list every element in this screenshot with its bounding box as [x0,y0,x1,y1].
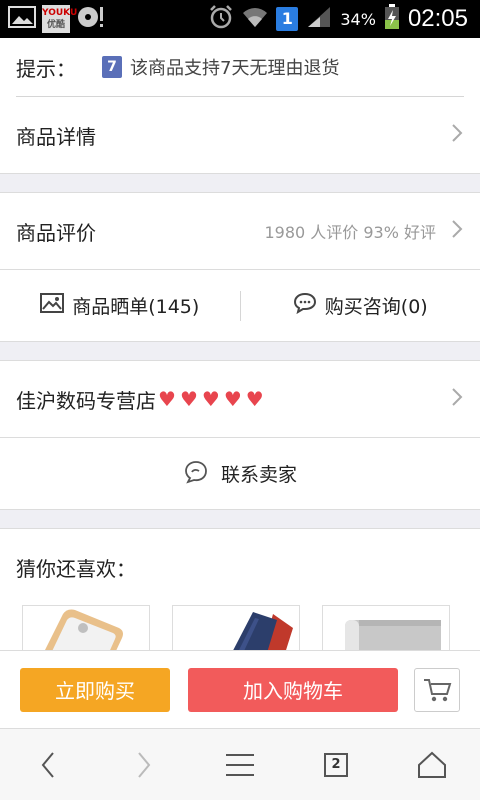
photo-reviews-button[interactable]: 商品晒单(145) [0,292,240,319]
heart-icon: ♥ [201,387,220,411]
return-policy-tip: 提示： 7 该商品支持7天无理由退货 [0,38,480,96]
product-reviews-title: 商品评价 [16,220,96,245]
chat-bubble-icon [293,292,317,319]
review-tabs: 商品晒单(145) 购买咨询(0) [0,269,480,341]
youku-app-icon: YOUKU 优酷 [42,5,78,33]
chevron-right-icon [450,122,464,149]
wifi-icon [242,5,268,33]
purchase-action-bar: 立即购买 加入购物车 [0,650,480,728]
product-detail-content[interactable]: 提示： 7 该商品支持7天无理由退货 商品详情 商品评价 1980 人评价 93… [0,38,480,650]
notification-badge: 1 [276,7,299,31]
store-rating-hearts: ♥ ♥ ♥ ♥ ♥ [158,389,264,409]
youku-logo-bottom: 优酷 [46,20,65,30]
alarm-icon [208,4,234,34]
purchase-consult-button[interactable]: 购买咨询(0) [241,292,480,319]
heart-icon: ♥ [223,387,242,411]
chevron-right-icon [450,218,464,245]
forward-button[interactable] [124,745,164,785]
tab-count: 2 [324,752,348,777]
purchase-consult-label: 购买咨询(0) [324,296,428,318]
tip-text: 该商品支持7天无理由退货 [130,58,340,79]
gallery-icon [8,5,36,33]
shopping-cart-button[interactable] [414,667,460,712]
product-detail-title: 商品详情 [16,124,96,149]
disc-alert-icon [76,4,106,34]
status-clock: 02:05 [407,5,468,32]
section-gap [0,173,480,193]
product-reviews-row[interactable]: 商品评价 1980 人评价 93% 好评 [0,193,480,269]
status-bar: YOUKU 优酷 1 34% 02:05 [0,0,480,38]
product-detail-row[interactable]: 商品详情 [0,97,480,173]
tip-label: 提示： [16,56,76,81]
recommend-product-flip-cover[interactable] [172,605,300,650]
section-gap [0,341,480,361]
image-icon [40,293,65,318]
battery-charging-icon [384,4,400,34]
add-to-cart-button[interactable]: 加入购物车 [188,667,398,712]
store-name: 佳沪数码专营店 [16,388,156,413]
tabs-button[interactable]: 2 [316,745,356,785]
store-row[interactable]: 佳沪数码专营店 ♥ ♥ ♥ ♥ ♥ [0,361,480,437]
heart-icon: ♥ [179,387,198,411]
chevron-left-icon [41,751,54,778]
review-summary: 1980 人评价 93% 好评 [264,223,436,242]
menu-button[interactable] [220,745,260,785]
heart-icon: ♥ [245,387,264,411]
menu-icon [226,753,254,776]
shopping-cart-icon [424,678,452,701]
heart-icon: ♥ [158,387,176,411]
contact-seller-label: 联系卖家 [220,464,297,486]
phone-case-image [23,606,149,650]
photo-reviews-label: 商品晒单(145) [72,296,200,318]
home-button[interactable] [412,745,452,785]
seller-chat-icon [183,459,209,489]
chevron-right-icon [450,386,464,413]
browser-nav-bar: 2 [0,728,480,800]
buy-now-button[interactable]: 立即购买 [20,667,170,712]
home-icon [418,751,446,778]
recommend-list [0,605,480,650]
seven-day-return-icon: 7 [102,56,122,78]
section-gap [0,509,480,529]
recommend-title: 猜你还喜欢： [0,529,480,605]
chevron-right-icon [138,751,151,778]
contact-seller-button[interactable]: 联系卖家 [0,437,480,509]
recommend-product-phone-case[interactable] [22,605,150,650]
recommend-product-power-bank[interactable] [322,605,450,650]
back-button[interactable] [28,745,68,785]
power-bank-image [323,606,449,650]
youku-logo-top: YOUKU [42,8,78,18]
battery-percent: 34% [340,9,376,29]
signal-icon [306,5,332,33]
flip-cover-image [173,606,299,650]
